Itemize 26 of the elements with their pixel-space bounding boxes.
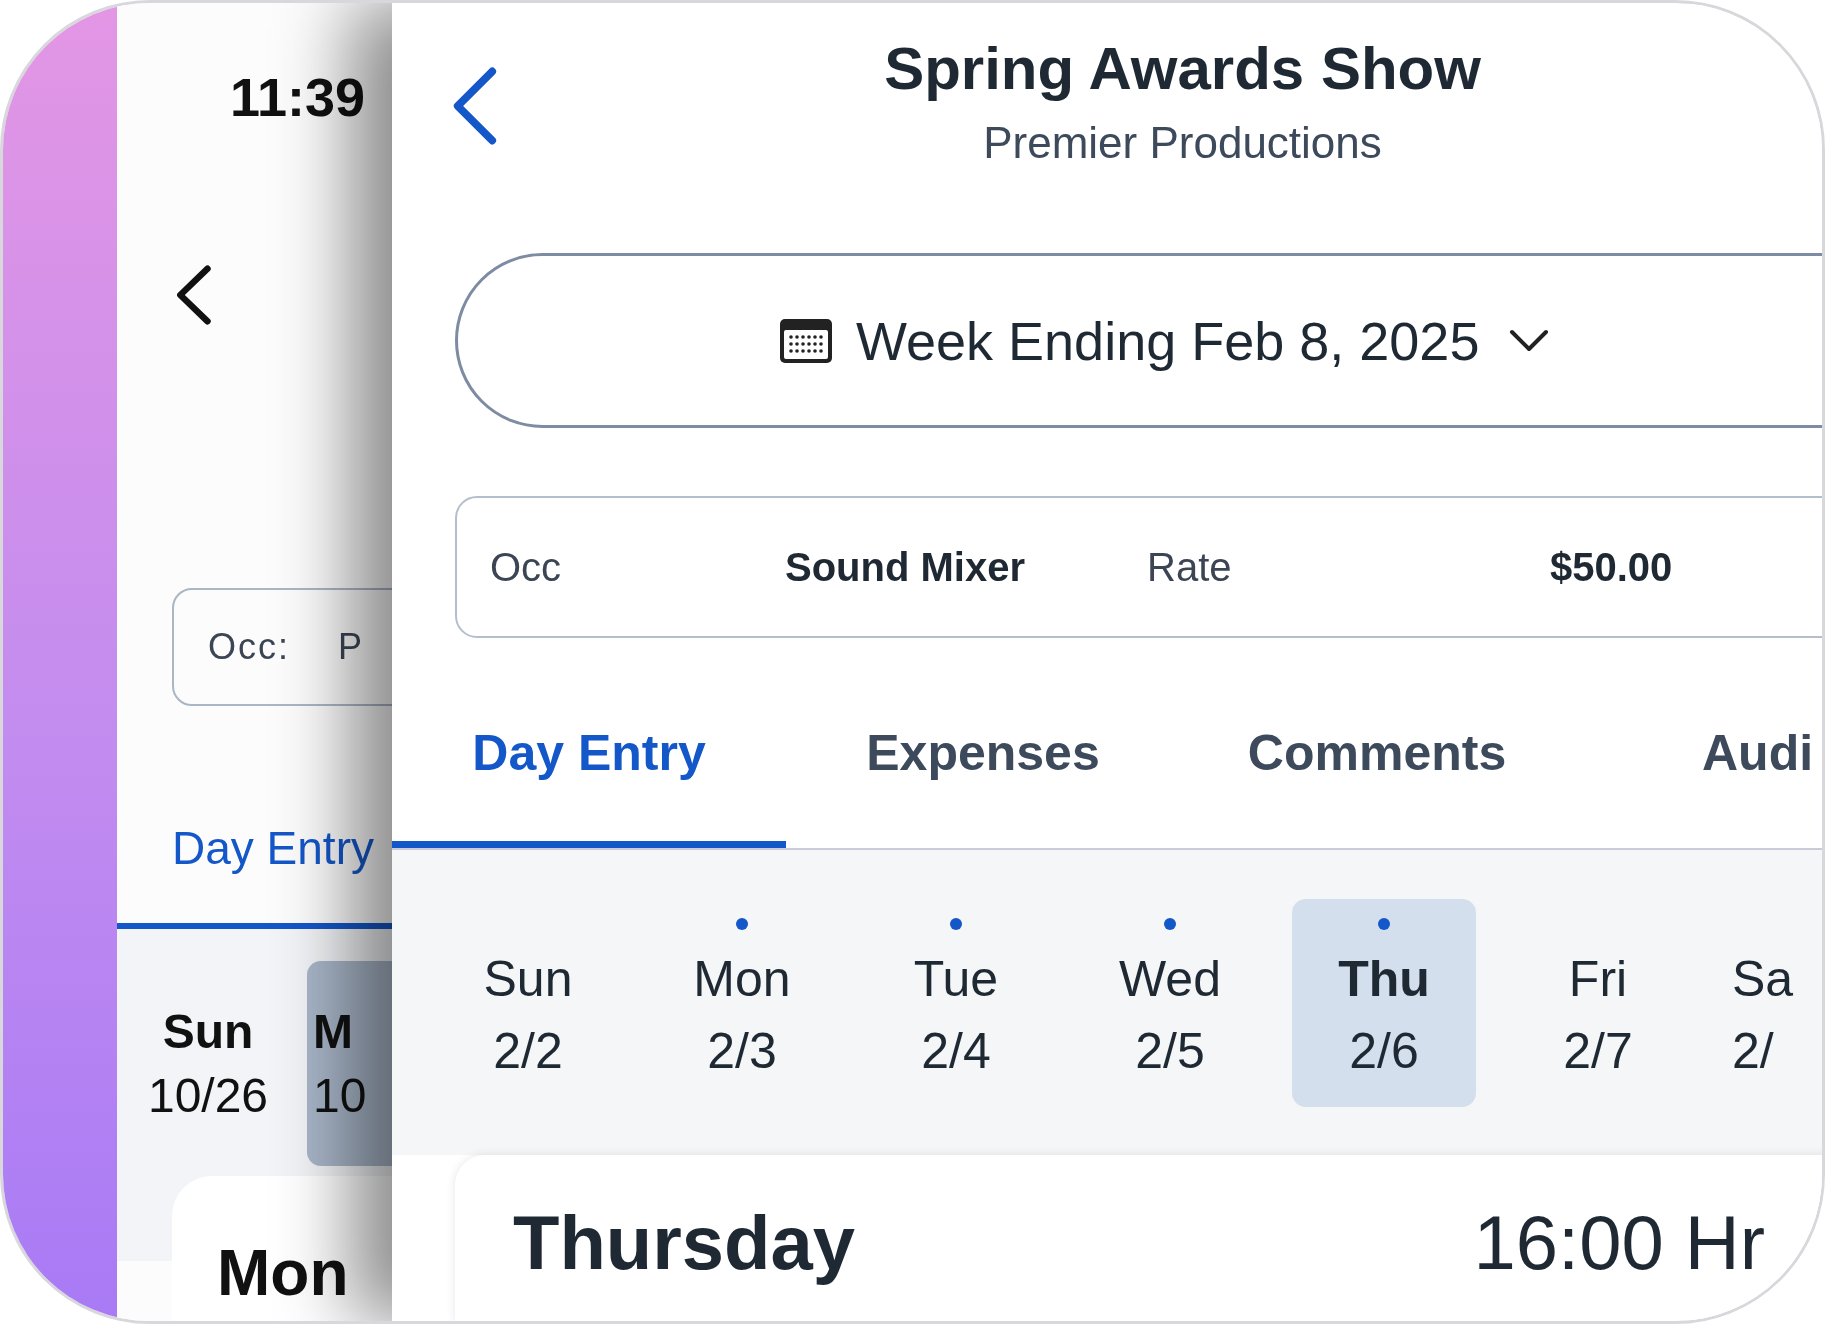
day-title: Thursday (513, 1199, 856, 1287)
week-selector[interactable]: Week Ending Feb 8, 2025 (455, 253, 1822, 428)
tab[interactable]: Day Entry (172, 822, 374, 874)
occupation-label: Occ (490, 544, 563, 590)
day-item[interactable]: Wed 2/5 (1078, 899, 1262, 1107)
hours-total: 16:00 Hr (1473, 1199, 1765, 1287)
page-subtitle: Premier Productions (983, 117, 1382, 169)
occupation-label: Occ: (208, 626, 290, 668)
rate-value: $50.00 (1550, 544, 1673, 590)
day-item[interactable]: M 10 (307, 961, 392, 1166)
day-item[interactable]: Sun 2/2 (436, 899, 620, 1107)
day-item[interactable]: Fri 2/7 (1506, 899, 1690, 1107)
status-time: 11:39 (230, 66, 366, 129)
day-item[interactable]: Mon 2/3 (650, 899, 834, 1107)
day-item[interactable]: Thu 2/6 (1292, 899, 1476, 1107)
day-item[interactable]: Sun 10/26 (123, 961, 293, 1166)
day-item[interactable]: Tue 2/4 (864, 899, 1048, 1107)
occupation-value: P (338, 626, 365, 668)
day-item[interactable]: Sa 2/ (1720, 899, 1802, 1107)
occupation-value: Sound Mixer (785, 544, 1027, 590)
tab[interactable]: Expenses (786, 693, 1180, 848)
rate-label: Rate (1147, 544, 1233, 590)
day-title: Mon (217, 1237, 349, 1309)
tab[interactable]: Audi (1574, 693, 1822, 848)
page-title: Spring Awards Show (884, 34, 1481, 104)
tab[interactable]: Comments (1180, 693, 1574, 848)
